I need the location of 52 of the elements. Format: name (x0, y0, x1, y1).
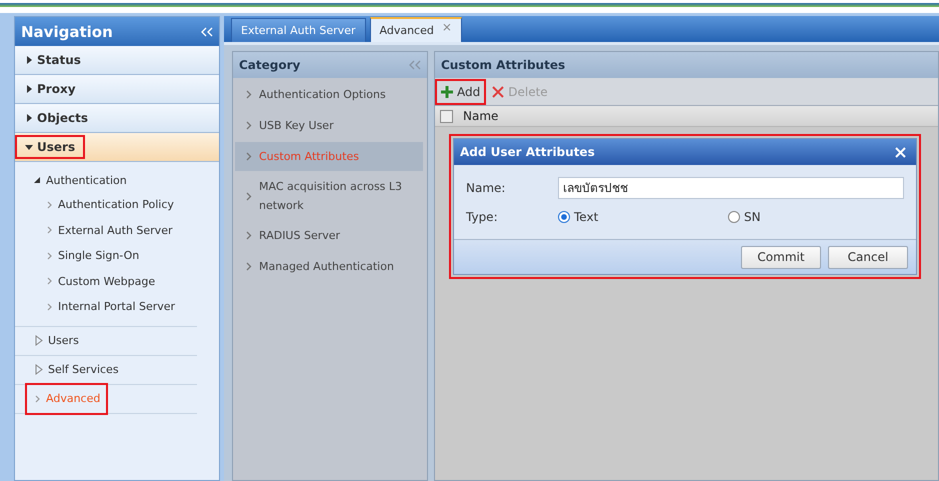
nav-section[interactable]: Objects (15, 104, 219, 133)
chevron-icon (246, 121, 252, 130)
tree-item[interactable]: Authentication (15, 168, 127, 192)
chevron-icon (35, 394, 41, 402)
panel-title: Custom Attributes (441, 58, 566, 72)
category-item[interactable]: MAC acquisition across L3 network (235, 173, 423, 219)
tree-item[interactable]: External Auth Server (15, 218, 172, 243)
field-label: Name: (466, 180, 506, 194)
tree-item[interactable]: Internal Portal Server (15, 294, 176, 320)
select-all-checkbox[interactable] (440, 110, 453, 122)
panel-title: Category (239, 58, 300, 72)
category-item[interactable]: USB Key User (235, 111, 423, 140)
cancel-button[interactable]: Cancel (828, 246, 908, 268)
triangle-icon (25, 143, 33, 151)
chevron-icon (246, 152, 252, 161)
dialog-title: Add User Attributes (460, 145, 595, 159)
chevron-icon (246, 90, 252, 99)
tree-item[interactable]: Self Services (27, 356, 125, 384)
triangle-icon (25, 85, 33, 93)
add-button[interactable]: Add (436, 80, 486, 104)
close-icon[interactable] (895, 146, 906, 158)
chevron-icon (246, 231, 252, 240)
category-item[interactable]: Authentication Options (235, 80, 423, 109)
category-item[interactable]: Managed Authentication (235, 252, 423, 281)
plus-icon (441, 86, 453, 98)
name-field[interactable]: เลขบัตรปชช (558, 176, 904, 198)
triangle-icon[interactable] (33, 176, 41, 184)
commit-button[interactable]: Commit (741, 246, 821, 268)
panel-title: Navigation (21, 22, 113, 40)
nav-section[interactable]: Status (15, 46, 219, 75)
chevron-icon (246, 192, 252, 200)
chevron-icon (47, 277, 53, 286)
chevron-icon (246, 262, 252, 271)
tree-item[interactable]: Users (27, 326, 85, 354)
radio-option[interactable]: Text (558, 210, 728, 224)
tree-item[interactable]: Authentication Policy (15, 192, 174, 218)
tree-item[interactable]: Custom Webpage (15, 268, 156, 294)
chevron-icon (47, 200, 53, 209)
tab[interactable]: Advanced × (370, 17, 462, 42)
column-header[interactable]: Name (463, 109, 498, 123)
tree-item[interactable]: Single Sign-On (15, 243, 140, 268)
category-item[interactable]: RADIUS Server (235, 221, 423, 250)
triangle-icon (25, 56, 33, 64)
chevron-icon (47, 302, 53, 311)
triangle-icon (25, 114, 33, 122)
nav-section[interactable]: Proxy (15, 75, 219, 104)
chevron-icon (47, 226, 53, 234)
cross-icon (492, 86, 504, 98)
radio-option[interactable]: SN (728, 210, 898, 224)
field-label: Type: (466, 210, 499, 224)
chevron-icon (47, 252, 53, 260)
nav-section[interactable]: Users (15, 133, 219, 162)
